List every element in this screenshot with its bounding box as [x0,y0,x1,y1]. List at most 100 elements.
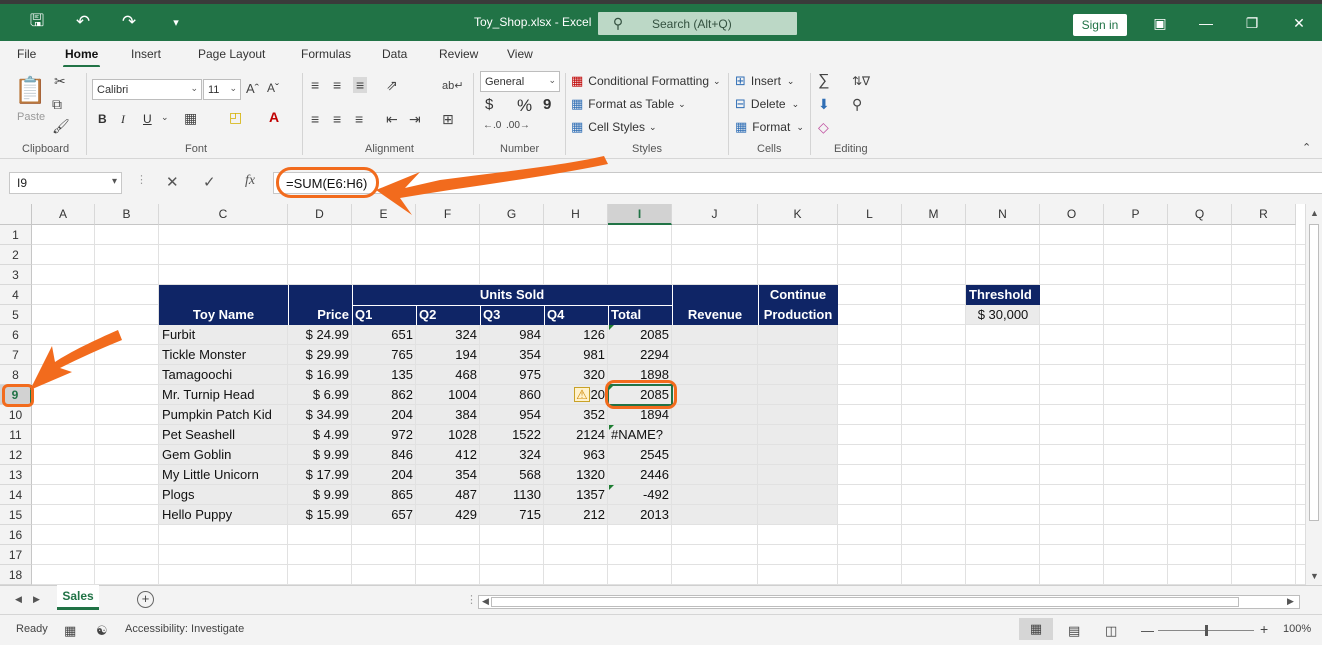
borders-icon[interactable]: ▦ [184,110,197,127]
prev-sheet-icon[interactable]: ◀ [15,594,22,605]
select-all-corner[interactable] [0,204,32,225]
sign-in-button[interactable]: Sign in [1073,14,1127,36]
row-header-14[interactable]: 14 [0,485,32,505]
macro-record-icon[interactable]: ▦ [64,623,76,639]
decrease-indent-icon[interactable]: ⇤ [386,111,398,128]
toy-name-cell[interactable]: Pumpkin Patch Kid [159,405,288,425]
page-layout-view-icon[interactable]: ▤ [1068,623,1080,639]
row-header-8[interactable]: 8 [0,365,32,385]
tab-split-handle[interactable]: ⋮ [466,593,477,606]
cell-styles-button[interactable]: ▦ Cell Styles ⌄ [571,119,657,135]
q2-cell[interactable]: 194 [416,345,480,365]
zoom-slider-handle[interactable] [1205,625,1208,636]
tab-view[interactable]: View [507,47,533,61]
q1-cell[interactable]: 135 [352,365,416,385]
column-header-p[interactable]: P [1104,204,1168,225]
paste-button[interactable]: Paste [17,111,45,123]
cut-icon[interactable]: ✂ [54,73,66,90]
q1-cell[interactable]: 865 [352,485,416,505]
close-icon[interactable]: ✕ [1289,13,1309,33]
vertical-scroll-thumb[interactable] [1309,224,1319,521]
zoom-level[interactable]: 100% [1283,623,1311,635]
tab-review[interactable]: Review [439,47,478,61]
decrease-font-icon[interactable]: Aˇ [267,81,279,95]
price-cell[interactable]: $ 17.99 [288,465,352,485]
align-right-icon[interactable]: ≡ [355,111,363,127]
q2-cell[interactable]: 1004 [416,385,480,405]
font-name-select[interactable]: Calibri ⌄ [92,79,202,100]
underline-button[interactable]: U [143,112,152,126]
q1-cell[interactable]: 846 [352,445,416,465]
price-cell[interactable]: $ 24.99 [288,325,352,345]
align-top-icon[interactable]: ≡ [311,77,319,93]
q1-cell[interactable]: 651 [352,325,416,345]
restore-icon[interactable]: ❐ [1242,13,1262,33]
zoom-in-icon[interactable]: + [1260,621,1268,637]
row-header-12[interactable]: 12 [0,445,32,465]
tab-formulas[interactable]: Formulas [301,47,351,61]
total-cell[interactable]: #NAME? [608,425,672,445]
column-header-o[interactable]: O [1040,204,1104,225]
row-header-16[interactable]: 16 [0,525,32,545]
row-header-17[interactable]: 17 [0,545,32,565]
normal-view-icon[interactable]: ▦ [1019,618,1053,640]
column-header-i[interactable]: I [608,204,672,225]
q2-cell[interactable]: 1028 [416,425,480,445]
total-cell[interactable]: -492 [608,485,672,505]
sort-filter-icon[interactable]: ⇅∇ [852,74,870,88]
toy-name-cell[interactable]: My Little Unicorn [159,465,288,485]
chevron-down-icon[interactable]: ⌄ [161,112,169,123]
row-header-5[interactable]: 5 [0,305,32,325]
row-header-6[interactable]: 6 [0,325,32,345]
q2-cell[interactable]: 468 [416,365,480,385]
accessibility-status[interactable]: Accessibility: Investigate [125,623,244,635]
format-as-table-button[interactable]: ▦ Format as Table ⌄ [571,96,686,112]
new-sheet-icon[interactable]: + [137,591,154,608]
q2-cell[interactable]: 324 [416,325,480,345]
column-header-k[interactable]: K [758,204,838,225]
cancel-icon[interactable]: ✕ [166,173,179,191]
column-header-q[interactable]: Q [1168,204,1232,225]
q4-cell[interactable]: 1357 [544,485,608,505]
increase-indent-icon[interactable]: ⇥ [409,111,421,128]
currency-button[interactable]: $ [485,96,493,113]
q4-cell[interactable]: 352 [544,405,608,425]
format-painter-icon[interactable]: 🖌 [52,118,70,135]
scroll-up-icon[interactable]: ▲ [1310,208,1319,218]
column-header-e[interactable]: E [352,204,416,225]
column-header-m[interactable]: M [902,204,966,225]
q3-cell[interactable]: 860 [480,385,544,405]
percent-button[interactable]: % [517,96,532,116]
q2-cell[interactable]: 354 [416,465,480,485]
toy-name-cell[interactable]: Hello Puppy [159,505,288,525]
q3-cell[interactable]: 954 [480,405,544,425]
font-size-select[interactable]: 11 ⌄ [203,79,241,100]
tab-file[interactable]: File [17,47,36,61]
column-header-h[interactable]: H [544,204,608,225]
column-header-f[interactable]: F [416,204,480,225]
redo-icon[interactable]: ↷ [117,10,141,34]
row-header-4[interactable]: 4 [0,285,32,305]
q4-cell[interactable]: 963 [544,445,608,465]
insert-function-button[interactable]: fx [245,173,255,189]
row-header-11[interactable]: 11 [0,425,32,445]
row-header-18[interactable]: 18 [0,565,32,585]
align-middle-icon[interactable]: ≡ [333,77,341,93]
row-header-10[interactable]: 10 [0,405,32,425]
delete-cells-button[interactable]: ⊟ Delete ⌄ [735,96,799,112]
price-cell[interactable]: $ 29.99 [288,345,352,365]
column-header-b[interactable]: B [95,204,159,225]
q3-cell[interactable]: 1130 [480,485,544,505]
toy-name-cell[interactable]: Mr. Turnip Head [159,385,288,405]
scroll-right-icon[interactable]: ▶ [1287,596,1294,607]
column-header-l[interactable]: L [838,204,902,225]
scroll-down-icon[interactable]: ▼ [1310,571,1319,581]
toy-name-cell[interactable]: Tamagoochi [159,365,288,385]
price-cell[interactable]: $ 6.99 [288,385,352,405]
q1-cell[interactable]: 657 [352,505,416,525]
decrease-decimal-icon[interactable]: .00→ [506,120,530,131]
price-cell[interactable]: $ 9.99 [288,485,352,505]
threshold-value[interactable]: $ 30,000 [966,305,1040,325]
zoom-out-icon[interactable]: — [1141,623,1154,638]
total-cell[interactable]: 2545 [608,445,672,465]
